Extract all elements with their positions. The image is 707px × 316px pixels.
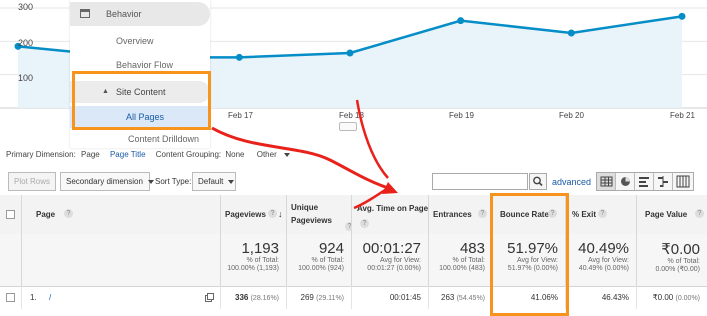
annotation-arrows	[211, 99, 398, 210]
analytics-page: 300 200 100 Feb 17 Feb 18 Feb 19 Feb 20 …	[0, 0, 707, 316]
